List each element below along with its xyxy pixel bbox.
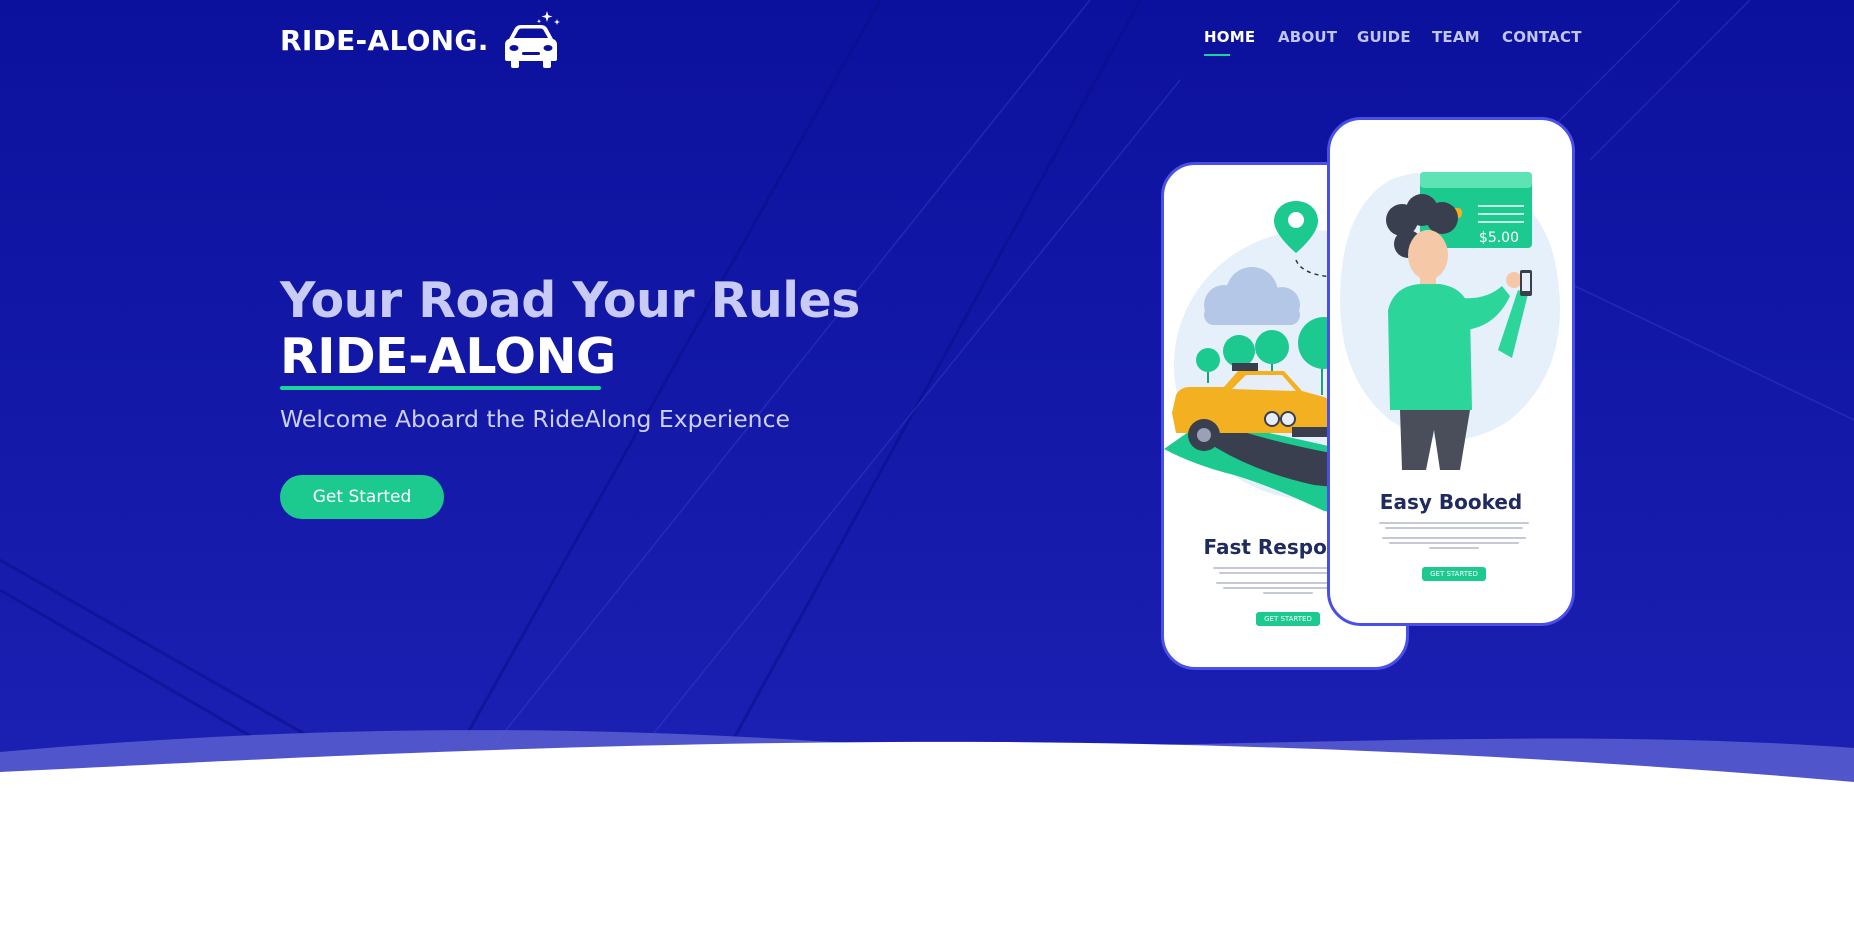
get-started-button[interactable]: Get Started	[280, 475, 444, 519]
navbar: RIDE-ALONG. HOME ABOUT GUIDE TEAM CONTAC	[0, 0, 1854, 80]
hero-section: RIDE-ALONG. HOME ABOUT GUIDE TEAM CONTAC	[0, 0, 1854, 800]
nav-about[interactable]: ABOUT	[1278, 28, 1337, 46]
phone-mockup-easy-booked: $5.00 Easy Booked GET STARTED	[1327, 117, 1575, 626]
nav-active-underline	[1204, 54, 1230, 56]
logo-text: RIDE-ALONG.	[280, 23, 489, 57]
hero-title: Your Road Your Rules	[280, 272, 860, 329]
brand-underline	[280, 386, 601, 390]
price-label: $5.00	[1479, 230, 1519, 246]
nav-guide[interactable]: GUIDE	[1357, 28, 1411, 46]
hero-subtitle: Welcome Aboard the RideAlong Experience	[280, 405, 790, 433]
hero-brand: RIDE-ALONG	[280, 328, 616, 385]
nav-team[interactable]: TEAM	[1432, 28, 1480, 46]
site-logo[interactable]: RIDE-ALONG.	[280, 8, 561, 72]
phone-title-easy-booked: Easy Booked	[1379, 490, 1523, 514]
phone-get-started-button-front: GET STARTED	[1422, 567, 1486, 581]
lorem-text-easy-booked	[1370, 522, 1538, 552]
car-with-sparkles-icon	[504, 11, 560, 68]
phone-get-started-button-back: GET STARTED	[1256, 612, 1320, 626]
hero-background-lines	[0, 0, 1854, 800]
hero-wave	[0, 730, 1854, 800]
nav-contact[interactable]: CONTACT	[1502, 28, 1582, 46]
nav-home[interactable]: HOME	[1204, 28, 1255, 46]
person-booking-illustration: $5.00	[1340, 172, 1560, 470]
